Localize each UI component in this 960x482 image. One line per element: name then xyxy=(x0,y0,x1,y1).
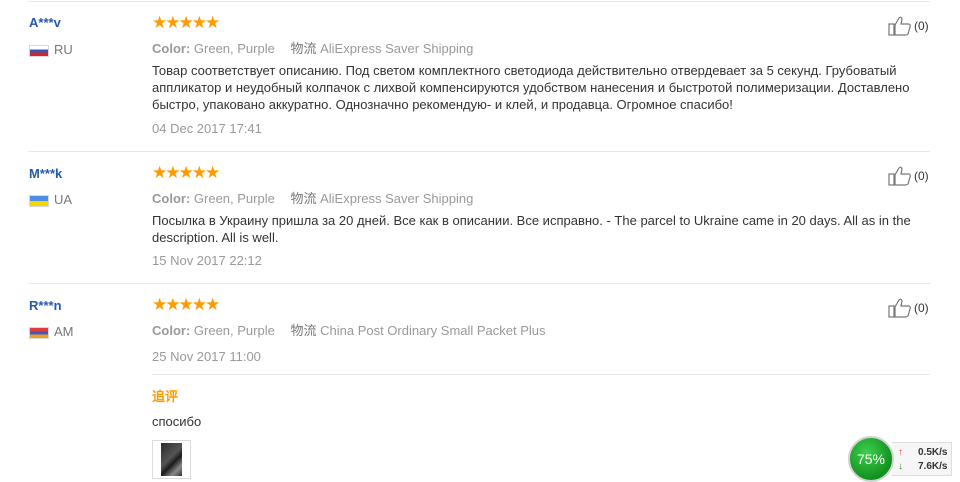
logistics-label: 物流 xyxy=(290,191,317,206)
thumbs-up-icon xyxy=(888,166,911,186)
country-code: RU xyxy=(54,42,73,57)
flag-icon xyxy=(29,44,49,57)
helpful-count: (0) xyxy=(914,19,929,33)
star-rating: ★★★★★ xyxy=(152,13,221,33)
review-date: 25 Nov 2017 11:00 xyxy=(152,349,261,364)
color-value: Green, Purple xyxy=(193,323,275,338)
country-code: UA xyxy=(54,192,73,207)
reviewer-country: AM xyxy=(29,324,74,339)
review-date: 04 Dec 2017 17:41 xyxy=(152,121,262,136)
reviewer-name[interactable]: A***v xyxy=(29,15,61,30)
star-rating: ★★★★★ xyxy=(152,163,221,183)
star-icon: ★ xyxy=(205,163,221,183)
reviewer-country: RU xyxy=(29,42,73,57)
upload-speed: 0.5K/s xyxy=(918,447,948,458)
additional-review-text: спосибо xyxy=(152,414,202,429)
download-arrow-icon: ↓ xyxy=(898,461,903,472)
logistics-value: AliExpress Saver Shipping xyxy=(320,191,474,206)
helpful-button[interactable]: (0) xyxy=(888,298,929,318)
additional-review-label: 追评 xyxy=(152,389,179,404)
memory-percent: 75% xyxy=(856,451,886,467)
review-date: 15 Nov 2017 22:12 xyxy=(152,253,262,268)
helpful-button[interactable]: (0) xyxy=(888,166,929,186)
star-rating: ★★★★★ xyxy=(152,295,221,315)
review-item: R***n AM ★★★★★ Color: Green, Purple 物流 C… xyxy=(0,284,930,481)
review-text: Посылка в Украину пришла за 20 дней. Все… xyxy=(152,213,911,245)
color-label: Color: xyxy=(152,41,191,56)
logistics-label: 物流 xyxy=(290,41,317,56)
review-item: A***v RU ★★★★★ Color: Green, Purple 物流 A… xyxy=(0,0,930,152)
helpful-count: (0) xyxy=(914,301,929,315)
review-item: M***k UA ★★★★★ Color: Green, Purple 物流 A… xyxy=(0,152,930,284)
order-info: Color: Green, Purple 物流 AliExpress Saver… xyxy=(152,188,473,207)
logistics-value: AliExpress Saver Shipping xyxy=(320,41,474,56)
color-value: Green, Purple xyxy=(193,191,275,206)
country-code: AM xyxy=(54,324,74,339)
additional-divider xyxy=(152,374,930,375)
star-icon: ★ xyxy=(205,295,221,315)
speed-panel: ↑ 0.5K/s ↓ 7.6K/s xyxy=(892,442,952,476)
color-value: Green, Purple xyxy=(193,41,275,56)
order-info: Color: Green, Purple 物流 China Post Ordin… xyxy=(152,320,546,339)
order-info: Color: Green, Purple 物流 AliExpress Saver… xyxy=(152,38,473,57)
logistics-label: 物流 xyxy=(290,323,317,338)
thumbs-up-icon xyxy=(888,298,911,318)
download-row: ↓ xyxy=(898,461,910,472)
flag-icon xyxy=(29,326,49,339)
helpful-count: (0) xyxy=(914,169,929,183)
download-speed: 7.6K/s xyxy=(918,461,948,472)
photo-image xyxy=(161,443,182,476)
network-speed-widget[interactable]: ↑ 0.5K/s ↓ 7.6K/s 75% xyxy=(848,436,960,482)
upload-arrow-icon: ↑ xyxy=(898,447,903,458)
star-icon: ★ xyxy=(205,13,221,33)
review-text: Товар соответствует описанию. Под светом… xyxy=(152,63,910,112)
color-label: Color: xyxy=(152,323,191,338)
memory-usage-circle[interactable]: 75% xyxy=(848,436,894,482)
helpful-button[interactable]: (0) xyxy=(888,16,929,36)
logistics-value: China Post Ordinary Small Packet Plus xyxy=(320,323,546,338)
color-label: Color: xyxy=(152,191,191,206)
thumbs-up-icon xyxy=(888,16,911,36)
flag-icon xyxy=(29,194,49,207)
reviewer-name[interactable]: R***n xyxy=(29,298,62,313)
upload-row: ↑ xyxy=(898,447,910,458)
reviewer-country: UA xyxy=(29,192,72,207)
review-photo-thumbnail[interactable] xyxy=(152,440,191,479)
reviewer-name[interactable]: M***k xyxy=(29,166,62,181)
